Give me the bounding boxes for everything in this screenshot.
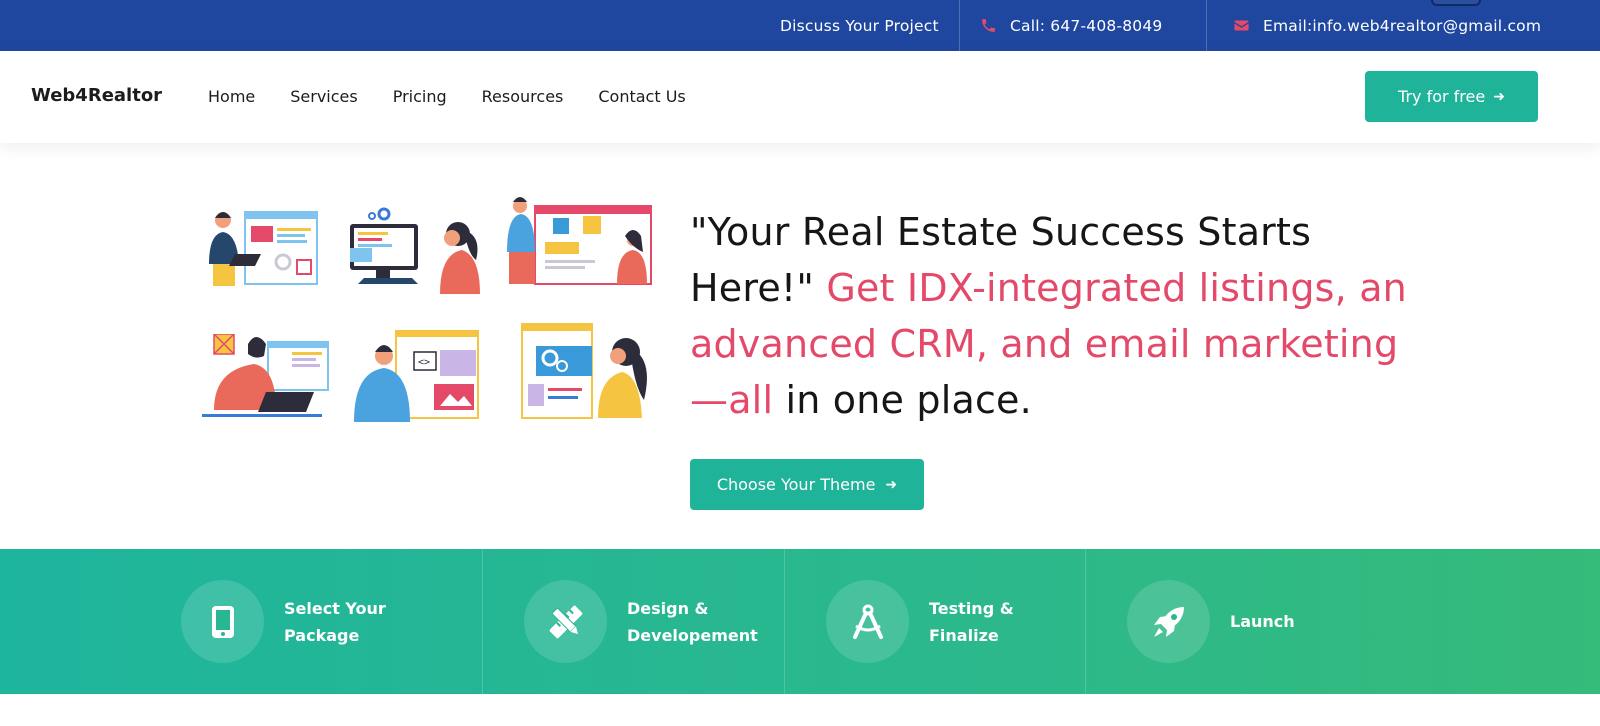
step-icon-circle [826,580,909,663]
pencil-ruler-icon [549,605,582,638]
step-icon-circle [524,580,607,663]
step-label-line: Developement [627,625,758,645]
nav-item-pricing[interactable]: Pricing [393,87,447,106]
mobile-phone-icon [211,605,234,638]
arrow-right-icon: ➜ [1493,88,1505,105]
discuss-project-label: Discuss Your Project [780,16,939,35]
step-testing-finalize: Testing & Finalize [826,549,1069,694]
floating-widget-tab[interactable] [1431,0,1481,6]
call-link[interactable]: Call: 647-408-8049 [980,0,1210,51]
drafting-compass-icon [852,604,883,639]
try-for-free-label: Try for free [1398,87,1486,106]
top-bar-divider [1206,0,1207,51]
envelope-icon [1234,20,1249,31]
hero-heading: "Your Real Estate Success Starts Here!" … [690,204,1420,428]
nav-item-home[interactable]: Home [208,87,255,106]
step-label-line: Select Your [284,598,386,618]
person-code-window-illustration: <> [354,330,479,422]
step-label: Select Your Package [284,595,424,649]
svg-text:<>: <> [418,357,430,368]
main-nav: Home Services Pricing Resources Contact … [208,87,686,106]
step-design-development: Design & Developement [524,549,767,694]
email-link[interactable]: Email:info.web4realtor@gmail.com [1230,0,1600,51]
step-launch: Launch [1127,549,1370,694]
step-label: Launch [1230,608,1370,635]
step-label-line: Finalize [929,625,999,645]
step-icon-circle [1127,580,1210,663]
hero-heading-outro: in one place. [773,378,1032,422]
person-monitor-illustration [350,207,480,294]
step-icon-circle [181,580,264,663]
person-settings-illustration [521,323,647,419]
nav-item-services[interactable]: Services [290,87,357,106]
step-label-line: Testing & [929,598,1014,618]
step-label-line: Launch [1230,612,1295,631]
step-label-line: Package [284,625,360,645]
choose-theme-label: Choose Your Theme [716,475,876,494]
step-divider [784,549,785,694]
phone-icon [982,19,995,32]
step-divider [482,549,483,694]
nav-item-resources[interactable]: Resources [482,87,564,106]
step-divider [1085,549,1086,694]
rocket-icon [1153,606,1184,637]
person-coding-illustration [202,334,329,417]
arrow-right-icon: ➜ [885,476,898,493]
step-label-line: Design & [627,598,709,618]
email-label: Email:info.web4realtor@gmail.com [1263,16,1542,35]
process-steps: Select Your Package Design & Developemen… [0,549,1600,694]
step-select-package: Select Your Package [181,549,424,694]
site-header: Web4Realtor Home Services Pricing Resour… [0,51,1600,143]
person-laptop-illustration [209,211,318,286]
step-label: Design & Developement [627,595,767,649]
step-label: Testing & Finalize [929,595,1069,649]
top-bar: Discuss Your Project Call: 647-408-8049 … [0,0,1600,51]
site-logo[interactable]: Web4Realtor [31,85,162,106]
nav-item-contact[interactable]: Contact Us [598,87,685,106]
try-for-free-button[interactable]: Try for free ➜ [1365,71,1538,122]
call-label: Call: 647-408-8049 [1010,16,1163,35]
team-puzzle-illustration [507,197,652,285]
top-bar-divider [959,0,960,51]
discuss-project-link[interactable]: Discuss Your Project [780,0,955,51]
choose-theme-button[interactable]: Choose Your Theme ➜ [690,459,924,510]
hero-illustration: <> [200,196,660,426]
